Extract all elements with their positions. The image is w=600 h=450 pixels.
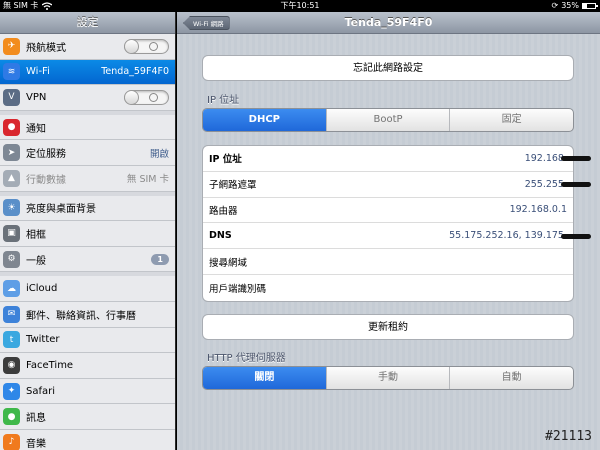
facetime-icon: ◉: [3, 356, 20, 374]
sidebar-item-safari[interactable]: ✦ Safari: [0, 378, 175, 405]
ip-mode-tab-bootp[interactable]: BootP: [327, 109, 451, 131]
airplane-toggle[interactable]: [124, 38, 169, 54]
renew-lease-button[interactable]: 更新租約: [202, 314, 574, 340]
wifi-detail-panel: Wi-Fi 網路 Tenda_59F4F0 忘記此網路設定 IP 位址 DHCP…: [177, 12, 600, 450]
table-row: IP 位址 192.168.: [203, 146, 591, 172]
sidebar-item-vpn[interactable]: V VPN: [0, 85, 175, 111]
notification-icon: ●: [3, 118, 20, 136]
row-label: 路由器: [209, 205, 238, 217]
redaction-scribble: [561, 182, 591, 188]
sidebar-item-label: 音樂: [26, 438, 46, 450]
proxy-mode-segmented-control: 關閉 手動 自動: [202, 366, 574, 390]
sidebar-item-frame[interactable]: ▣ 相框: [0, 221, 175, 247]
sidebar-item-mail[interactable]: ✉ 郵件、聯絡資訊、行事曆: [0, 301, 175, 328]
row-label: 用戶端識別碼: [209, 283, 267, 295]
ip-mode-tab-dhcp[interactable]: DHCP: [203, 109, 327, 131]
sidebar-item-label: 通知: [26, 123, 46, 135]
proxy-mode-tab-手動[interactable]: 手動: [327, 367, 451, 389]
sidebar-item-location[interactable]: ➤ 定位服務 開啟: [0, 140, 175, 166]
table-row: 路由器 192.168.0.1: [203, 198, 573, 224]
navigation-bar: Wi-Fi 網路 Tenda_59F4F0: [177, 12, 600, 34]
compass-icon: ✦: [3, 382, 20, 400]
lock-rotation-icon: ⟳: [551, 1, 559, 10]
twitter-icon: t: [3, 331, 20, 349]
redaction-scribble: [561, 156, 591, 162]
sidebar-item-label: Twitter: [26, 334, 60, 346]
vpn-toggle[interactable]: [124, 89, 169, 105]
sidebar-item-label: 郵件、聯絡資訊、行事曆: [26, 310, 136, 322]
sidebar-item-value: 無 SIM 卡: [126, 174, 169, 186]
sidebar-item-label: 飛航模式: [26, 42, 66, 54]
sidebar-item-label: 一般: [26, 255, 46, 267]
sidebar-item-wifi[interactable]: ≋ Wi-Fi Tenda_59F4F0: [0, 59, 175, 86]
battery-icon: [582, 3, 598, 9]
sidebar-item-label: 定位服務: [26, 149, 66, 161]
ip-section-label: IP 位址: [207, 95, 240, 106]
row-label: IP 位址: [209, 154, 242, 166]
forget-network-button[interactable]: 忘記此網路設定: [202, 55, 574, 81]
ip-details-table: IP 位址 192.168. 子網路遮罩 255.255. 路由器 192.168.0.1…: [202, 145, 591, 302]
sidebar-item-music[interactable]: ♪ 音樂: [0, 429, 175, 450]
watermark: #21113: [545, 429, 592, 444]
sidebar-item-cellular[interactable]: ▲ 行動數據 無 SIM 卡: [0, 165, 175, 192]
status-bar: 無 SIM 卡 下午10:51 ⟳ 35%: [0, 0, 600, 12]
sidebar-item-value: 開啟: [149, 148, 169, 160]
sidebar-item-twitter[interactable]: t Twitter: [0, 327, 175, 354]
row-label: DNS: [209, 230, 232, 242]
music-icon: ♪: [3, 433, 20, 450]
table-row: DNS 55.175.252.16, 139.175.: [203, 223, 591, 250]
page-title: Tenda_59F4F0: [344, 16, 433, 29]
battery-percent: 35%: [561, 1, 579, 10]
sidebar-item-brightness[interactable]: ☀ 亮度與桌面背景: [0, 195, 175, 222]
gear-icon: ⚙: [3, 250, 20, 268]
wifi-icon: ≋: [3, 63, 20, 81]
settings-sidebar: 設定 ✈ 飛航模式 ≋ Wi-Fi Tenda_59F4F0 V VPN ● 通知 ➤ 定位服務 開啟…: [0, 12, 176, 450]
sidebar-item-label: Wi-Fi: [26, 66, 50, 78]
vpn-icon: V: [3, 88, 20, 106]
ip-mode-tab-固定[interactable]: 固定: [450, 109, 573, 131]
row-label: 子網路遮罩: [209, 180, 257, 192]
proxy-mode-tab-自動[interactable]: 自動: [450, 367, 573, 389]
update-badge: 1: [151, 253, 169, 265]
row-value: 55.175.252.16, 139.175.: [449, 230, 567, 242]
table-row[interactable]: 搜尋網域: [203, 249, 573, 275]
table-row: 子網路遮罩 255.255.: [203, 172, 591, 198]
message-icon: ●: [3, 408, 20, 426]
proxy-section-label: HTTP 代理伺服器: [207, 353, 286, 364]
sidebar-item-notifications[interactable]: ● 通知: [0, 114, 175, 141]
brightness-icon: ☀: [3, 199, 20, 217]
sidebar-item-label: FaceTime: [26, 359, 74, 371]
airplane-icon: ✈: [3, 37, 20, 55]
table-row[interactable]: 用戶端識別碼: [203, 275, 573, 301]
sidebar-item-facetime[interactable]: ◉ FaceTime: [0, 353, 175, 379]
proxy-mode-tab-關閉[interactable]: 關閉: [203, 367, 327, 389]
location-icon: ➤: [3, 144, 20, 162]
sidebar-item-label: 相框: [26, 229, 46, 241]
sidebar-item-messages[interactable]: ● 訊息: [0, 404, 175, 430]
clock: 下午10:51: [280, 1, 320, 10]
picture-frame-icon: ▣: [3, 224, 20, 242]
row-label: 搜尋網域: [209, 257, 248, 269]
sidebar-item-label: 訊息: [26, 413, 46, 425]
ip-mode-segmented-control: DHCP BootP 固定: [202, 108, 574, 132]
sidebar-item-label: 亮度與桌面背景: [26, 204, 96, 216]
sidebar-item-icloud[interactable]: ☁ iCloud: [0, 276, 175, 302]
sidebar-item-airplane[interactable]: ✈ 飛航模式: [0, 34, 175, 60]
sidebar-title: 設定: [0, 12, 175, 34]
row-value: 192.168.0.1: [509, 204, 567, 216]
sidebar-item-label: VPN: [26, 91, 47, 103]
sidebar-item-value: Tenda_59F4F0: [101, 66, 169, 78]
sidebar-item-label: 行動數據: [26, 174, 66, 186]
sidebar-item-general[interactable]: ⚙ 一般 1: [0, 246, 175, 273]
sidebar-item-label: iCloud: [26, 283, 58, 295]
mail-icon: ✉: [3, 305, 20, 323]
sidebar-item-label: Safari: [26, 385, 56, 397]
cloud-icon: ☁: [3, 280, 20, 298]
cellular-icon: ▲: [3, 169, 20, 187]
redaction-scribble: [561, 233, 591, 239]
